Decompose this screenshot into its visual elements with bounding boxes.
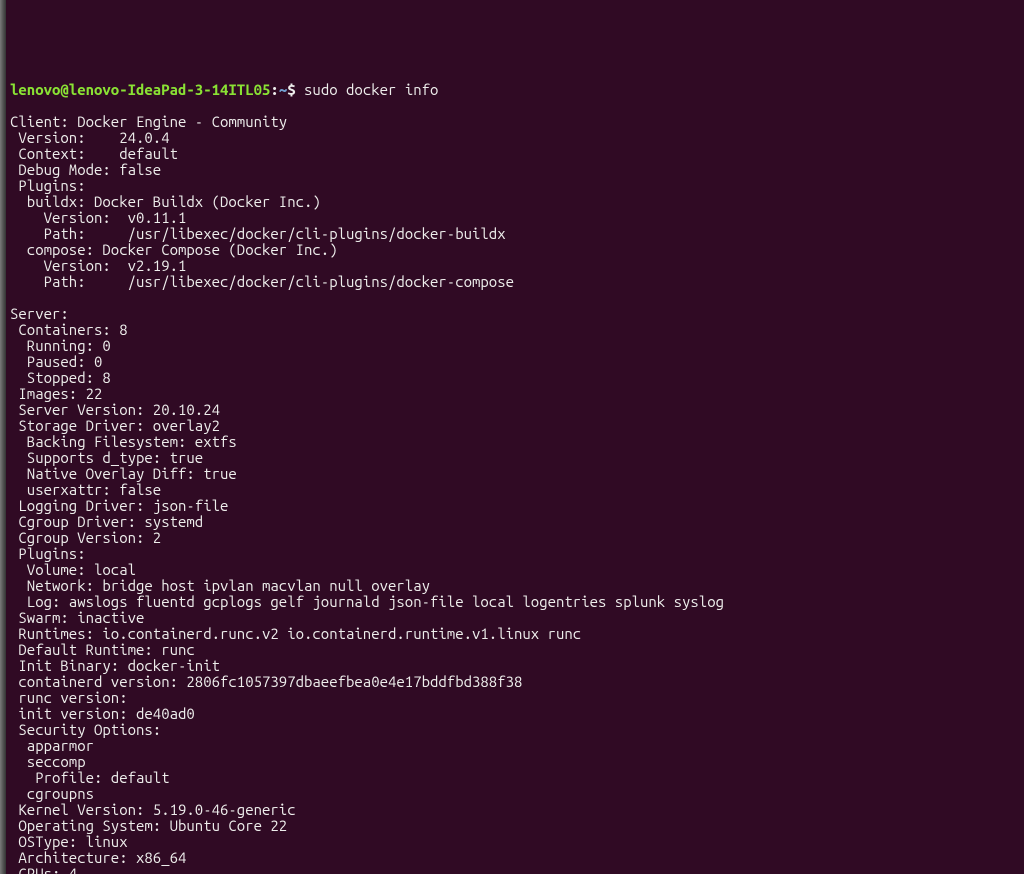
prompt-user-host: lenovo@lenovo-IdeaPad-3-14ITL05 xyxy=(10,81,270,98)
command-text: sudo docker info xyxy=(304,81,438,98)
prompt-path: ~ xyxy=(279,81,287,98)
window-left-edge xyxy=(0,0,6,874)
output-lines: Client: Docker Engine - Community Versio… xyxy=(10,113,724,874)
terminal-output[interactable]: lenovo@lenovo-IdeaPad-3-14ITL05:~$ sudo … xyxy=(10,82,1022,874)
prompt-sep-colon: : xyxy=(270,81,278,98)
prompt-sep-dollar: $ xyxy=(287,81,304,98)
prompt-line: lenovo@lenovo-IdeaPad-3-14ITL05:~$ sudo … xyxy=(10,82,1022,98)
